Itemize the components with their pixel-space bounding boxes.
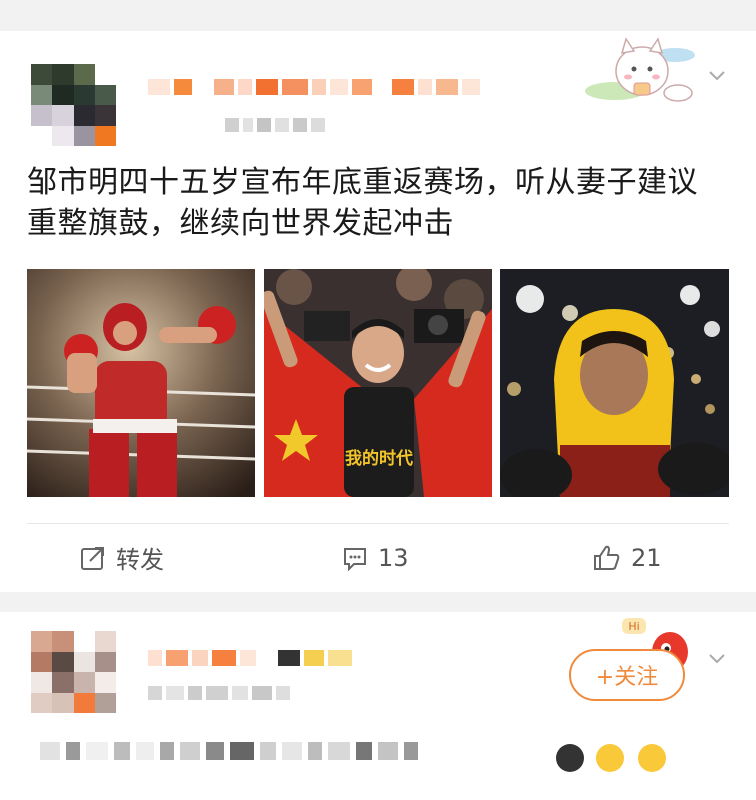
boxer-with-flag-photo[interactable]: 我的时代: [264, 269, 492, 497]
sleepy-emoji-icon: [596, 744, 624, 772]
chevron-down-icon[interactable]: [707, 65, 727, 85]
shirt-text: 我的时代: [345, 448, 413, 469]
comment-icon: [344, 547, 366, 571]
post-text-blurred-second[interactable]: [40, 742, 418, 760]
thumbs-up-icon: [594, 545, 620, 570]
top-strip: [0, 0, 756, 12]
post-meta-blurred: [225, 118, 325, 132]
mascot-badge: Hi: [628, 620, 639, 633]
repost-label: 转发: [116, 546, 164, 574]
post-card-second: Hi +关注: [0, 612, 756, 800]
avatar[interactable]: [31, 64, 116, 146]
repost-icon: [81, 546, 104, 570]
comment-count: 13: [378, 543, 409, 572]
follow-button[interactable]: +关注: [569, 649, 685, 701]
post-card: 邹市明四十五岁宣布年底重返赛场，听从妻子建议重整旗鼓，继续向世界发起冲击 我的时…: [0, 31, 756, 592]
post-text[interactable]: 邹市明四十五岁宣布年底重返赛场，听从妻子建议重整旗鼓，继续向世界发起冲击: [27, 162, 727, 244]
username-blurred[interactable]: [148, 79, 480, 95]
crying-emoji-icon: [556, 744, 584, 772]
sleepy-emoji-icon: [638, 744, 666, 772]
repost-button[interactable]: 转发: [80, 523, 164, 592]
comment-button[interactable]: 13: [342, 523, 409, 592]
like-button[interactable]: 21: [593, 523, 662, 592]
like-count: 21: [631, 543, 662, 572]
action-bar: 转发 13 21: [0, 523, 756, 592]
cat-sticker-icon: [585, 37, 695, 102]
chevron-down-icon-second[interactable]: [707, 648, 727, 668]
post-meta-blurred-second: [148, 686, 290, 700]
avatar-second[interactable]: [31, 631, 116, 713]
boxer-yellow-hood-photo[interactable]: [500, 269, 729, 497]
boxer-training-photo[interactable]: [27, 269, 255, 497]
username-blurred-second[interactable]: [148, 650, 352, 666]
